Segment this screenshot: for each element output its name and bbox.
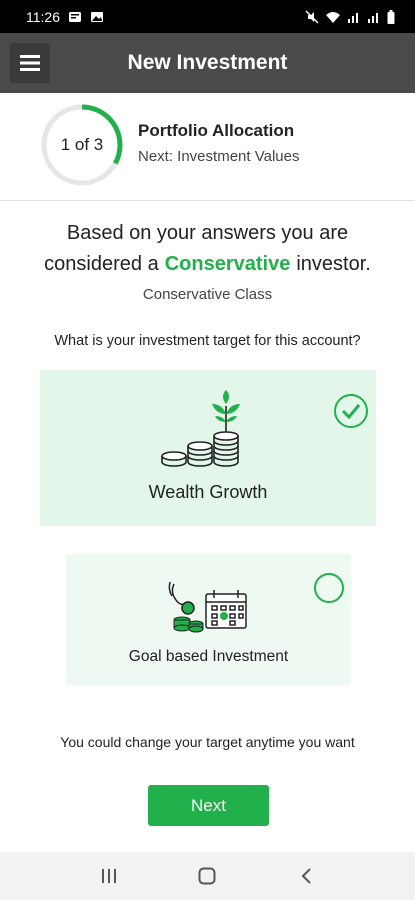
option-selected-check [334, 394, 368, 428]
signal-icon [348, 13, 358, 23]
option-goal-based[interactable]: Goal based Investment [66, 554, 351, 685]
option-unselected-circle[interactable] [314, 573, 344, 603]
next-button[interactable]: Next [148, 785, 269, 826]
result-suffix: investor. [296, 253, 371, 275]
step-header: 1 of 3 Portfolio Allocation Next: Invest… [0, 93, 415, 201]
page-title: New Investment [127, 51, 288, 74]
footer-note: You could change your target anytime you… [60, 734, 355, 750]
target-question: What is your investment target for this … [54, 333, 361, 349]
option-label: Goal based Investment [128, 648, 289, 665]
recent-apps-button[interactable] [89, 856, 129, 896]
back-button[interactable] [286, 856, 326, 896]
wifi-icon [326, 11, 340, 23]
class-label: Conservative Class [142, 286, 273, 303]
result-line-2: considered a Conservative investor. [0, 249, 415, 280]
status-time: 11:26 [26, 8, 60, 25]
android-nav-bar [0, 852, 415, 900]
notification-icon [69, 11, 81, 22]
status-bar: 11:26 [0, 0, 415, 33]
option-wealth-growth[interactable]: Wealth Growth [40, 370, 376, 526]
home-icon [198, 867, 216, 885]
battery-icon [387, 9, 395, 24]
option-label: Wealth Growth [148, 482, 268, 502]
recent-apps-icon [102, 869, 117, 883]
step-counter: 1 of 3 [60, 135, 104, 154]
gallery-icon [91, 11, 103, 22]
app-bar: New Investment [0, 33, 415, 93]
investor-profile-label: Conservative [164, 253, 291, 275]
back-icon [301, 868, 311, 884]
investor-profile-text: Based on your answers you are considered… [0, 218, 415, 280]
mute-icon [305, 9, 319, 24]
menu-button[interactable] [10, 43, 50, 83]
hamburger-icon [20, 55, 40, 71]
result-prefix: considered a [44, 253, 159, 275]
goal-calendar-icon [168, 581, 247, 633]
coins-plant-icon [161, 390, 240, 467]
step-title: Portfolio Allocation [138, 121, 295, 140]
step-next: Next: Investment Values [138, 148, 300, 165]
result-line-1: Based on your answers you are [66, 222, 349, 244]
check-icon [341, 404, 361, 419]
home-button[interactable] [187, 856, 227, 896]
signal-icon-2 [368, 13, 378, 23]
